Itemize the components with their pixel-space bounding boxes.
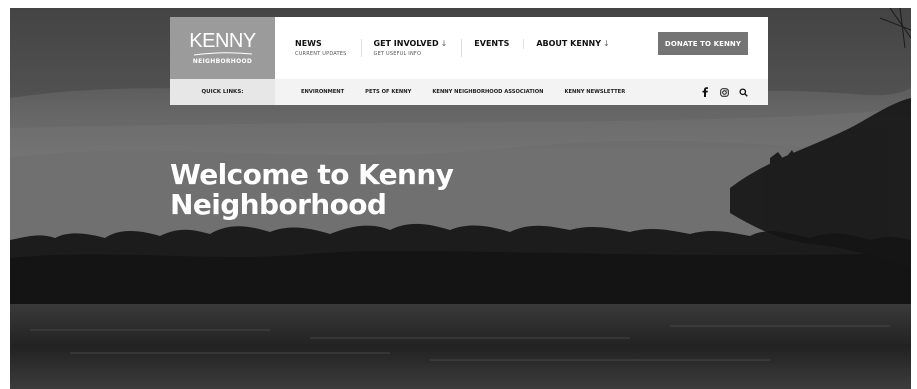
logo-swoosh-icon — [193, 52, 252, 56]
nav-item-about-kenny[interactable]: ABOUT KENNY ↓ — [536, 39, 623, 49]
nav-item-news[interactable]: NEWS CURRENT UPDATES — [295, 39, 362, 57]
nav-label: GET INVOLVED ↓ — [373, 39, 448, 48]
quick-links-title: QUICK LINKS: — [170, 79, 275, 105]
quick-links-bar: QUICK LINKS: ENVIRONMENT PETS OF KENNY K… — [170, 79, 768, 105]
social-icons — [700, 79, 748, 105]
logo-subtext: NEIGHBORHOOD — [192, 58, 253, 65]
quick-link-neighborhood-association[interactable]: KENNY NEIGHBORHOOD ASSOCIATION — [432, 89, 543, 95]
donate-button[interactable]: DONATE TO KENNY — [658, 32, 748, 55]
down-arrow-icon: ↓ — [603, 39, 610, 48]
nav-label: NEWS — [295, 39, 322, 48]
quick-link-pets-of-kenny[interactable]: PETS OF KENNY — [365, 89, 411, 95]
nav-sublabel: CURRENT UPDATES — [295, 51, 347, 57]
nav-label: EVENTS — [474, 39, 510, 48]
quick-links-list: ENVIRONMENT PETS OF KENNY KENNY NEIGHBOR… — [301, 79, 646, 105]
logo-text: KENNY — [189, 30, 256, 52]
instagram-icon[interactable] — [719, 87, 729, 97]
search-icon[interactable] — [738, 87, 748, 97]
hero-title-line-2: Neighborhood — [170, 188, 387, 221]
hero-title-line-1: Welcome to Kenny — [170, 158, 454, 191]
quick-link-environment[interactable]: ENVIRONMENT — [301, 89, 344, 95]
nav-item-get-involved[interactable]: GET INVOLVED ↓ GET USEFUL INFO — [374, 39, 463, 57]
nav-sublabel: GET USEFUL INFO — [373, 51, 422, 57]
nav-item-events[interactable]: EVENTS — [474, 39, 525, 49]
site-header: KENNY NEIGHBORHOOD NEWS CURRENT UPDATES … — [170, 17, 768, 105]
down-arrow-icon: ↓ — [440, 39, 448, 48]
facebook-icon[interactable] — [700, 87, 710, 97]
site-logo[interactable]: KENNY NEIGHBORHOOD — [170, 17, 275, 79]
hero-title: Welcome to Kenny Neighborhood — [170, 160, 510, 220]
main-nav: NEWS CURRENT UPDATES GET INVOLVED ↓ GET U… — [295, 39, 636, 63]
nav-label: ABOUT KENNY ↓ — [536, 39, 610, 48]
quick-link-newsletter[interactable]: KENNY NEWSLETTER — [564, 89, 625, 95]
